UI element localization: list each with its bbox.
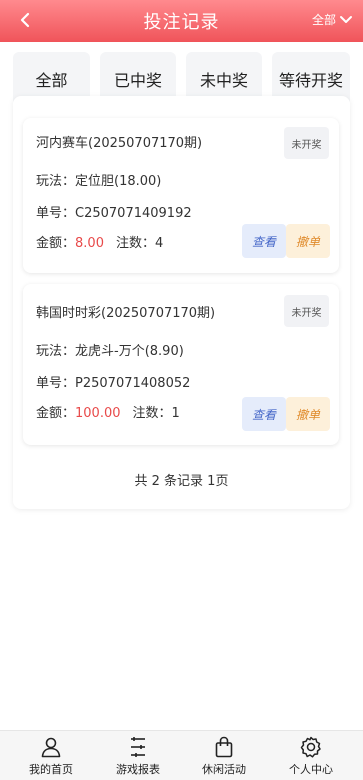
count-label: 注数：: [115, 236, 155, 251]
filter-label: 全部: [311, 13, 336, 27]
header-bar: 投注记录 全部: [0, 0, 363, 42]
amount-value: 100.00: [75, 406, 121, 421]
user-icon: [39, 735, 63, 759]
play-label: 玩法：: [36, 344, 76, 359]
tabbar-label: 休闲活动: [202, 763, 246, 776]
amount-row: 金额：8.00 注数：4: [36, 232, 163, 251]
tabbar-label: 游戏报表: [116, 763, 160, 776]
amount-label: 金额：: [36, 236, 76, 251]
cancel-button[interactable]: 撤单: [286, 224, 330, 258]
count-label: 注数：: [132, 406, 172, 421]
record-card: 韩国时时彩(20250707170期) 未开奖 玩法：龙虎斗-万个(8.90) …: [23, 284, 339, 445]
status-badge: 未开奖: [284, 295, 329, 327]
play-row: 玩法：龙虎斗-万个(8.90): [36, 340, 184, 359]
pagination-summary: 共 2 条记录 1页: [134, 474, 229, 489]
tabbar-label: 我的首页: [29, 763, 73, 776]
record-title: 河内赛车(20250707170期): [36, 136, 203, 151]
tabbar-item-reports[interactable]: 游戏报表: [103, 735, 173, 779]
view-button[interactable]: 查看: [242, 224, 286, 258]
tabbar-label: 个人中心: [289, 763, 333, 776]
view-button[interactable]: 查看: [242, 397, 286, 431]
record-card: 河内赛车(20250707170期) 未开奖 玩法：定位胆(18.00) 单号：…: [23, 118, 339, 273]
tabbar-item-home[interactable]: 我的首页: [16, 735, 86, 779]
record-title: 韩国时时彩(20250707170期): [36, 306, 216, 321]
order-row: 单号：P2507071408052: [36, 372, 190, 391]
chevron-left-icon: [20, 12, 30, 28]
chevron-down-icon: [340, 15, 352, 23]
count-value: 4: [154, 236, 164, 251]
tabbar-item-activity[interactable]: 休闲活动: [189, 735, 259, 779]
bottom-tabbar: 我的首页 游戏报表 休闲活动 个人中心: [0, 730, 363, 780]
amount-value: 8.00: [75, 236, 104, 251]
amount-row: 金额：100.00 注数：1: [36, 402, 180, 421]
filter-dropdown[interactable]: 全部: [312, 11, 353, 28]
bag-icon: [212, 735, 236, 759]
order-value: C2507071409192: [75, 206, 192, 221]
list-icon: [126, 735, 150, 759]
page-title: 投注记录: [143, 12, 220, 33]
order-value: P2507071408052: [75, 376, 191, 391]
tabbar-item-profile[interactable]: 个人中心: [276, 735, 346, 779]
play-value: 龙虎斗-万个(8.90): [75, 344, 184, 359]
play-value: 定位胆(18.00): [75, 174, 162, 189]
play-row: 玩法：定位胆(18.00): [36, 170, 161, 189]
back-button[interactable]: [14, 9, 36, 31]
cancel-button[interactable]: 撤单: [286, 397, 330, 431]
amount-label: 金额：: [36, 406, 76, 421]
records-panel: 河内赛车(20250707170期) 未开奖 玩法：定位胆(18.00) 单号：…: [13, 96, 350, 509]
order-row: 单号：C2507071409192: [36, 202, 192, 221]
count-value: 1: [171, 406, 180, 421]
order-label: 单号：: [36, 376, 76, 391]
play-label: 玩法：: [36, 174, 76, 189]
status-badge: 未开奖: [284, 127, 329, 159]
order-label: 单号：: [36, 206, 76, 221]
gear-icon: [299, 735, 323, 759]
